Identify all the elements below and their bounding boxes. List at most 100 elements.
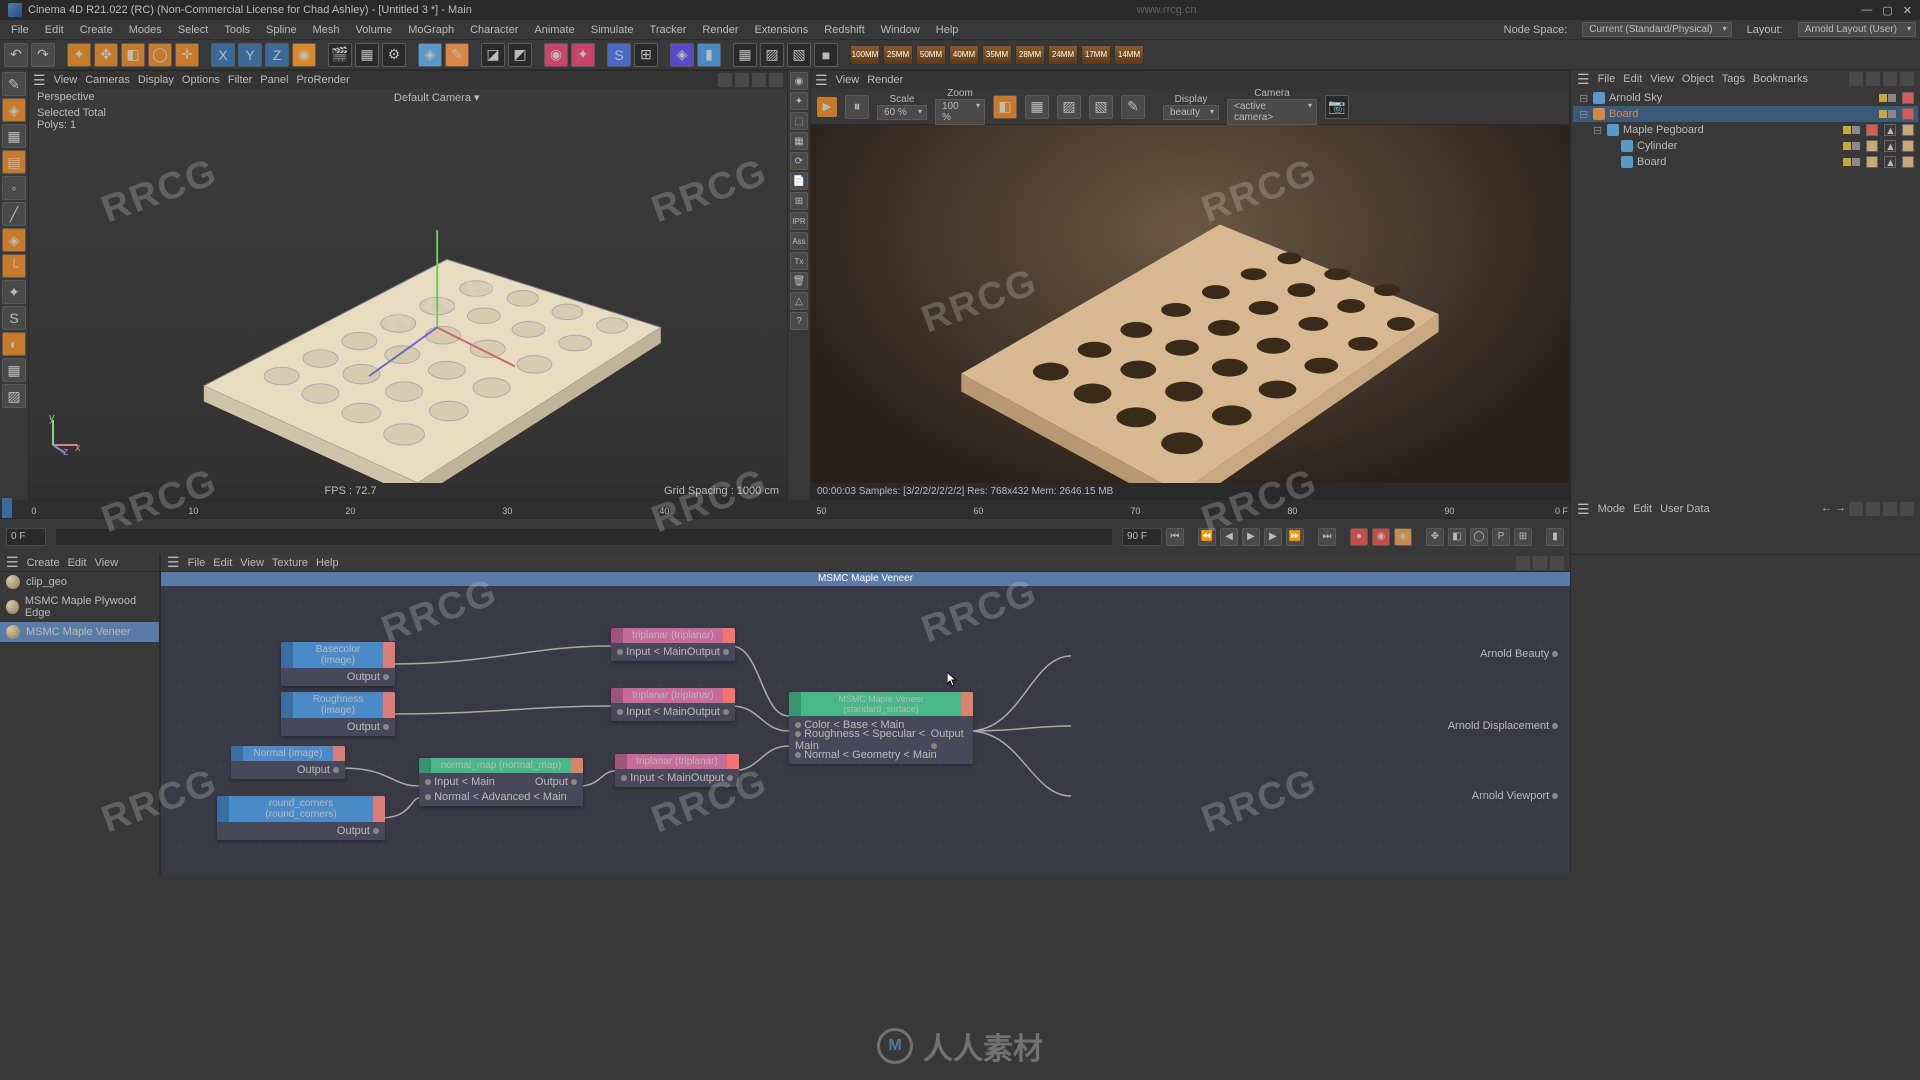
ne-menu-file[interactable]: File (188, 557, 206, 569)
om-icon[interactable] (1866, 72, 1880, 86)
shade4[interactable]: ■ (814, 43, 838, 67)
om-menu-tags[interactable]: Tags (1722, 73, 1745, 85)
rv-tool[interactable]: ▦ (1025, 95, 1049, 119)
viewport-render[interactable]: ☰ View Render ▶ ⏸ Scale 60 % Zoom 100 % … (810, 70, 1570, 500)
endpoint-displacement[interactable]: Arnold Displacement (1448, 720, 1558, 732)
record-button[interactable]: ● (1350, 528, 1368, 546)
ne-icon[interactable] (1550, 556, 1564, 570)
vp-nav-icon[interactable] (735, 73, 749, 87)
ipr-tool[interactable]: ⊞ (790, 192, 808, 210)
edit-mode[interactable]: ✎ (2, 72, 26, 96)
shade3[interactable]: ▧ (787, 43, 811, 67)
ass-label[interactable]: Ass (790, 232, 808, 250)
goto-end[interactable]: ⏭ (1318, 528, 1336, 546)
lens-50[interactable]: 50MM (916, 45, 946, 65)
scale-dropdown[interactable]: 60 % (877, 105, 927, 120)
deformer-button[interactable]: ◈ (670, 43, 694, 67)
tree-item-board[interactable]: ⊟Board (1573, 106, 1918, 122)
menu-character[interactable]: Character (463, 22, 525, 38)
menu-window[interactable]: Window (874, 22, 927, 38)
camera-dropdown[interactable]: <active camera> (1227, 99, 1317, 125)
goto-start[interactable]: ⏮ (1166, 528, 1184, 546)
menu-render[interactable]: Render (695, 22, 745, 38)
endpoint-viewport[interactable]: Arnold Viewport (1472, 790, 1558, 802)
am-icon[interactable] (1849, 502, 1863, 516)
am-menu-userdata[interactable]: User Data (1660, 503, 1710, 515)
tl-opt[interactable]: ▮ (1546, 528, 1564, 546)
field-button[interactable]: ▮ (697, 43, 721, 67)
rv-menu-view[interactable]: View (836, 74, 860, 86)
menu-mograph[interactable]: MoGraph (401, 22, 461, 38)
frame-fwd[interactable]: ▶ (1264, 528, 1282, 546)
node-canvas[interactable]: Basecolor (image) Output Roughness (imag… (161, 586, 1570, 874)
timeline-scrollbar[interactable] (56, 529, 1112, 545)
mm-menu-edit[interactable]: Edit (68, 557, 87, 569)
tag-button[interactable]: ◪ (481, 43, 505, 67)
menu-create[interactable]: Create (73, 22, 120, 38)
tl-opt[interactable]: P (1492, 528, 1510, 546)
om-icon[interactable] (1849, 72, 1863, 86)
vp-nav-icon[interactable] (769, 73, 783, 87)
ne-menu-edit[interactable]: Edit (213, 557, 232, 569)
model-mode[interactable]: ◈ (2, 98, 26, 122)
key-prev[interactable]: ⏪ (1198, 528, 1216, 546)
layout-dropdown[interactable]: Arnold Layout (User) (1798, 22, 1916, 37)
play-button[interactable]: ▶ (1242, 528, 1260, 546)
rv-tool[interactable]: ▧ (1089, 95, 1113, 119)
lens-28[interactable]: 28MM (1015, 45, 1045, 65)
ne-icon[interactable] (1516, 556, 1530, 570)
start-frame-input[interactable] (6, 528, 46, 546)
autokey-button[interactable]: ◉ (1372, 528, 1390, 546)
vp-menu-cameras[interactable]: Cameras (85, 74, 130, 86)
mm-menu-view[interactable]: View (95, 557, 119, 569)
key-next[interactable]: ⏩ (1286, 528, 1304, 546)
workplane-button[interactable]: ⊞ (634, 43, 658, 67)
om-icon[interactable] (1883, 72, 1897, 86)
y-lock[interactable]: Y (238, 43, 262, 67)
rotate-tool[interactable]: ◯ (148, 43, 172, 67)
select-tool[interactable]: ✦ (67, 43, 91, 67)
node-editor[interactable]: ☰ File Edit View Texture Help MSMC Maple… (160, 554, 1570, 874)
tx-label[interactable]: Tx (790, 252, 808, 270)
timeline-ruler[interactable]: 0 10 20 30 40 50 60 70 80 90 0 F (0, 500, 1570, 518)
tag2-button[interactable]: ◩ (508, 43, 532, 67)
vp-camera[interactable]: Default Camera ▾ (394, 91, 480, 104)
move-tool[interactable]: ✥ (94, 43, 118, 67)
am-menu-edit[interactable]: Edit (1633, 503, 1652, 515)
tl-opt[interactable]: ◯ (1470, 528, 1488, 546)
tree-item-cylinder[interactable]: Cylinder▲ (1573, 138, 1918, 154)
effector-button[interactable]: ✦ (571, 43, 595, 67)
am-fwd[interactable]: → (1835, 502, 1846, 516)
tree-item-arnold-sky[interactable]: ⊟Arnold Sky (1573, 90, 1918, 106)
vp-nav-icon[interactable] (718, 73, 732, 87)
om-menu-file[interactable]: File (1598, 73, 1616, 85)
menu-modes[interactable]: Modes (122, 22, 169, 38)
am-menu-mode[interactable]: Mode (1598, 503, 1626, 515)
zoom-dropdown[interactable]: 100 % (935, 99, 985, 125)
om-menu-view[interactable]: View (1650, 73, 1674, 85)
frame-back[interactable]: ◀ (1220, 528, 1238, 546)
shade1[interactable]: ▦ (733, 43, 757, 67)
tl-opt[interactable]: ✥ (1426, 528, 1444, 546)
x-lock[interactable]: X (211, 43, 235, 67)
ipr-tool[interactable]: ◉ (790, 72, 808, 90)
scale-tool[interactable]: ◧ (121, 43, 145, 67)
material-msmc-maple-veneer[interactable]: MSMC Maple Veneer (0, 622, 159, 642)
node-triplanar-2[interactable]: triplanar (triplanar) Input < MainOutput (611, 688, 735, 721)
tl-opt[interactable]: ⊞ (1514, 528, 1532, 546)
menu-tracker[interactable]: Tracker (643, 22, 694, 38)
menu-help[interactable]: Help (929, 22, 966, 38)
menu-mesh[interactable]: Mesh (306, 22, 347, 38)
lens-40[interactable]: 40MM (949, 45, 979, 65)
am-back[interactable]: ← (1821, 502, 1832, 516)
node-normal[interactable]: Normal (image) Output (231, 746, 345, 779)
menu-redshift[interactable]: Redshift (817, 22, 871, 38)
ne-icon[interactable] (1533, 556, 1547, 570)
om-menu-object[interactable]: Object (1682, 73, 1714, 85)
ipr-tool[interactable]: ⟳ (790, 152, 808, 170)
end-frame-input[interactable] (1122, 528, 1162, 546)
menu-animate[interactable]: Animate (527, 22, 581, 38)
vp-menu-options[interactable]: Options (182, 74, 220, 86)
vp-nav-icon[interactable] (752, 73, 766, 87)
menu-edit[interactable]: Edit (38, 22, 71, 38)
